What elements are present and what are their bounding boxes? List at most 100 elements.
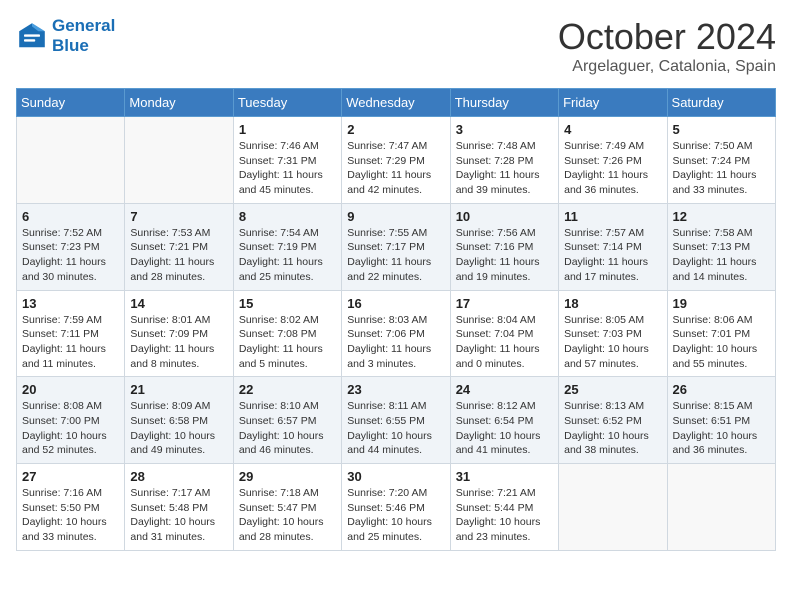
calendar-week-row: 13 Sunrise: 7:59 AM Sunset: 7:11 PM Dayl… xyxy=(17,290,776,377)
day-number: 23 xyxy=(347,382,444,397)
sunset-time: Sunset: 7:29 PM xyxy=(347,155,425,167)
daylight-hours: Daylight: 10 hours and 57 minutes. xyxy=(564,343,649,370)
day-info: Sunrise: 7:17 AM Sunset: 5:48 PM Dayligh… xyxy=(130,486,227,545)
calendar-cell: 4 Sunrise: 7:49 AM Sunset: 7:26 PM Dayli… xyxy=(559,117,667,204)
sunset-time: Sunset: 7:06 PM xyxy=(347,328,425,340)
logo-text: General Blue xyxy=(52,16,115,57)
calendar-cell xyxy=(17,117,125,204)
daylight-hours: Daylight: 10 hours and 23 minutes. xyxy=(456,516,541,543)
sunrise-time: Sunrise: 7:53 AM xyxy=(130,227,210,239)
sunrise-time: Sunrise: 8:03 AM xyxy=(347,314,427,326)
sunset-time: Sunset: 7:01 PM xyxy=(673,328,751,340)
calendar-cell: 31 Sunrise: 7:21 AM Sunset: 5:44 PM Dayl… xyxy=(450,464,558,551)
daylight-hours: Daylight: 11 hours and 3 minutes. xyxy=(347,343,431,370)
calendar-cell: 8 Sunrise: 7:54 AM Sunset: 7:19 PM Dayli… xyxy=(233,203,341,290)
weekday-header: Wednesday xyxy=(342,89,450,117)
daylight-hours: Daylight: 11 hours and 8 minutes. xyxy=(130,343,214,370)
sunrise-time: Sunrise: 7:21 AM xyxy=(456,487,536,499)
day-info: Sunrise: 7:59 AM Sunset: 7:11 PM Dayligh… xyxy=(22,313,119,372)
weekday-header: Monday xyxy=(125,89,233,117)
weekday-header: Thursday xyxy=(450,89,558,117)
day-number: 12 xyxy=(673,209,770,224)
day-info: Sunrise: 8:08 AM Sunset: 7:00 PM Dayligh… xyxy=(22,399,119,458)
daylight-hours: Daylight: 10 hours and 38 minutes. xyxy=(564,430,649,457)
day-number: 19 xyxy=(673,296,770,311)
sunrise-time: Sunrise: 7:56 AM xyxy=(456,227,536,239)
sunrise-time: Sunrise: 7:20 AM xyxy=(347,487,427,499)
sunrise-time: Sunrise: 7:48 AM xyxy=(456,140,536,152)
daylight-hours: Daylight: 10 hours and 36 minutes. xyxy=(673,430,758,457)
day-number: 31 xyxy=(456,469,553,484)
calendar-week-row: 1 Sunrise: 7:46 AM Sunset: 7:31 PM Dayli… xyxy=(17,117,776,204)
day-number: 11 xyxy=(564,209,661,224)
sunrise-time: Sunrise: 8:04 AM xyxy=(456,314,536,326)
calendar-cell: 27 Sunrise: 7:16 AM Sunset: 5:50 PM Dayl… xyxy=(17,464,125,551)
calendar-cell: 12 Sunrise: 7:58 AM Sunset: 7:13 PM Dayl… xyxy=(667,203,775,290)
day-info: Sunrise: 7:20 AM Sunset: 5:46 PM Dayligh… xyxy=(347,486,444,545)
daylight-hours: Daylight: 11 hours and 42 minutes. xyxy=(347,169,431,196)
day-number: 9 xyxy=(347,209,444,224)
sunrise-time: Sunrise: 8:01 AM xyxy=(130,314,210,326)
daylight-hours: Daylight: 10 hours and 33 minutes. xyxy=(22,516,107,543)
day-number: 6 xyxy=(22,209,119,224)
calendar-cell: 3 Sunrise: 7:48 AM Sunset: 7:28 PM Dayli… xyxy=(450,117,558,204)
sunrise-time: Sunrise: 7:47 AM xyxy=(347,140,427,152)
daylight-hours: Daylight: 11 hours and 17 minutes. xyxy=(564,256,648,283)
day-number: 7 xyxy=(130,209,227,224)
calendar-week-row: 27 Sunrise: 7:16 AM Sunset: 5:50 PM Dayl… xyxy=(17,464,776,551)
calendar-week-row: 6 Sunrise: 7:52 AM Sunset: 7:23 PM Dayli… xyxy=(17,203,776,290)
day-info: Sunrise: 8:01 AM Sunset: 7:09 PM Dayligh… xyxy=(130,313,227,372)
page-header: General Blue October 2024 Argelaguer, Ca… xyxy=(16,16,776,76)
day-number: 2 xyxy=(347,122,444,137)
calendar-cell: 17 Sunrise: 8:04 AM Sunset: 7:04 PM Dayl… xyxy=(450,290,558,377)
calendar-cell xyxy=(559,464,667,551)
daylight-hours: Daylight: 10 hours and 41 minutes. xyxy=(456,430,541,457)
daylight-hours: Daylight: 10 hours and 49 minutes. xyxy=(130,430,215,457)
calendar-cell: 21 Sunrise: 8:09 AM Sunset: 6:58 PM Dayl… xyxy=(125,377,233,464)
day-number: 15 xyxy=(239,296,336,311)
calendar-week-row: 20 Sunrise: 8:08 AM Sunset: 7:00 PM Dayl… xyxy=(17,377,776,464)
sunrise-time: Sunrise: 8:13 AM xyxy=(564,400,644,412)
day-info: Sunrise: 8:11 AM Sunset: 6:55 PM Dayligh… xyxy=(347,399,444,458)
sunrise-time: Sunrise: 7:16 AM xyxy=(22,487,102,499)
sunset-time: Sunset: 7:09 PM xyxy=(130,328,208,340)
day-number: 24 xyxy=(456,382,553,397)
calendar-cell: 14 Sunrise: 8:01 AM Sunset: 7:09 PM Dayl… xyxy=(125,290,233,377)
day-number: 26 xyxy=(673,382,770,397)
weekday-header: Friday xyxy=(559,89,667,117)
day-info: Sunrise: 7:49 AM Sunset: 7:26 PM Dayligh… xyxy=(564,139,661,198)
sunset-time: Sunset: 7:24 PM xyxy=(673,155,751,167)
calendar-cell: 5 Sunrise: 7:50 AM Sunset: 7:24 PM Dayli… xyxy=(667,117,775,204)
sunrise-time: Sunrise: 7:18 AM xyxy=(239,487,319,499)
calendar-cell: 11 Sunrise: 7:57 AM Sunset: 7:14 PM Dayl… xyxy=(559,203,667,290)
calendar-cell: 29 Sunrise: 7:18 AM Sunset: 5:47 PM Dayl… xyxy=(233,464,341,551)
calendar-cell: 30 Sunrise: 7:20 AM Sunset: 5:46 PM Dayl… xyxy=(342,464,450,551)
sunset-time: Sunset: 7:31 PM xyxy=(239,155,317,167)
sunset-time: Sunset: 7:28 PM xyxy=(456,155,534,167)
day-number: 3 xyxy=(456,122,553,137)
calendar-cell: 18 Sunrise: 8:05 AM Sunset: 7:03 PM Dayl… xyxy=(559,290,667,377)
calendar-cell: 10 Sunrise: 7:56 AM Sunset: 7:16 PM Dayl… xyxy=(450,203,558,290)
day-info: Sunrise: 8:10 AM Sunset: 6:57 PM Dayligh… xyxy=(239,399,336,458)
day-info: Sunrise: 8:06 AM Sunset: 7:01 PM Dayligh… xyxy=(673,313,770,372)
day-info: Sunrise: 7:21 AM Sunset: 5:44 PM Dayligh… xyxy=(456,486,553,545)
sunrise-time: Sunrise: 7:59 AM xyxy=(22,314,102,326)
sunset-time: Sunset: 7:17 PM xyxy=(347,241,425,253)
day-info: Sunrise: 8:04 AM Sunset: 7:04 PM Dayligh… xyxy=(456,313,553,372)
day-number: 18 xyxy=(564,296,661,311)
daylight-hours: Daylight: 11 hours and 30 minutes. xyxy=(22,256,106,283)
day-info: Sunrise: 7:56 AM Sunset: 7:16 PM Dayligh… xyxy=(456,226,553,285)
sunset-time: Sunset: 7:11 PM xyxy=(22,328,99,340)
day-info: Sunrise: 7:54 AM Sunset: 7:19 PM Dayligh… xyxy=(239,226,336,285)
day-info: Sunrise: 7:18 AM Sunset: 5:47 PM Dayligh… xyxy=(239,486,336,545)
day-number: 27 xyxy=(22,469,119,484)
sunset-time: Sunset: 5:47 PM xyxy=(239,502,317,514)
day-number: 14 xyxy=(130,296,227,311)
daylight-hours: Daylight: 11 hours and 33 minutes. xyxy=(673,169,757,196)
day-info: Sunrise: 7:53 AM Sunset: 7:21 PM Dayligh… xyxy=(130,226,227,285)
sunset-time: Sunset: 7:16 PM xyxy=(456,241,534,253)
calendar-cell xyxy=(667,464,775,551)
daylight-hours: Daylight: 11 hours and 0 minutes. xyxy=(456,343,540,370)
calendar-cell: 24 Sunrise: 8:12 AM Sunset: 6:54 PM Dayl… xyxy=(450,377,558,464)
day-info: Sunrise: 7:46 AM Sunset: 7:31 PM Dayligh… xyxy=(239,139,336,198)
